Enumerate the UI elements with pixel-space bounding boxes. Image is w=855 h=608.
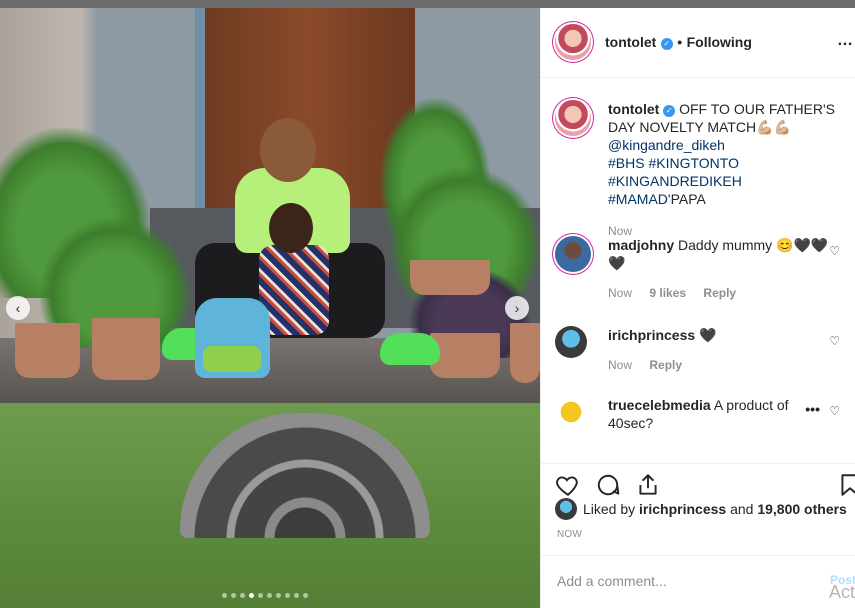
comment-username[interactable]: irichprincess: [608, 327, 695, 343]
comment-text-block: madjohny Daddy mummy 😊🖤🖤 🖤: [608, 236, 840, 272]
likes-middle: and: [730, 501, 754, 517]
comment-text-block: irichprincess 🖤: [608, 326, 840, 344]
photo-pot: [410, 260, 490, 295]
comment-item: truecelebmedia A product of 40sec? ••• ♡: [555, 396, 840, 432]
comment-likes[interactable]: 9 likes: [649, 286, 686, 300]
comment-avatar[interactable]: [555, 326, 587, 358]
add-comment-bar: Post: [541, 555, 855, 608]
author-avatar[interactable]: [555, 24, 591, 60]
comment-text-block: truecelebmedia A product of 40sec?: [608, 396, 803, 432]
following-button[interactable]: Following: [687, 34, 752, 50]
reply-button[interactable]: Reply: [649, 358, 682, 372]
comment-icon[interactable]: [595, 472, 621, 498]
photo-shoe: [380, 333, 440, 365]
carousel-dot: [294, 593, 299, 598]
photo-pot: [15, 323, 80, 378]
carousel-next-button[interactable]: ›: [505, 296, 529, 320]
comments-list: tontolet ✓ OFF TO OUR FATHER'S DAY NOVEL…: [541, 78, 855, 463]
carousel-dot: [249, 593, 254, 598]
liker-avatar[interactable]: [555, 498, 577, 520]
share-icon[interactable]: [635, 472, 661, 498]
comment-more-icon[interactable]: •••: [805, 400, 820, 418]
comment-username[interactable]: truecelebmedia: [608, 397, 711, 413]
carousel-dot: [303, 593, 308, 598]
comment-meta: Now 9 likes Reply: [608, 284, 840, 302]
carousel-dot: [231, 593, 236, 598]
verified-badge-icon: ✓: [660, 38, 673, 50]
carousel-dot: [276, 593, 281, 598]
comment-meta: Now Reply: [608, 356, 840, 374]
add-comment-input[interactable]: [557, 570, 817, 592]
carousel-dots: [222, 593, 308, 598]
heart-icon[interactable]: [555, 472, 581, 498]
comment-time[interactable]: Now: [608, 286, 632, 300]
comment-username[interactable]: madjohny: [608, 237, 674, 253]
post-timestamp[interactable]: NOW: [557, 529, 582, 540]
more-options-icon[interactable]: …: [837, 32, 854, 50]
post-photo[interactable]: ‹ ›: [0, 8, 540, 608]
comment-item: irichprincess 🖤 Now Reply ♡: [555, 326, 840, 374]
reply-button[interactable]: Reply: [703, 286, 736, 300]
carousel-dot: [240, 593, 245, 598]
liker-username[interactable]: irichprincess: [639, 501, 726, 517]
activation-watermark: Act: [828, 582, 855, 602]
photo-pot: [510, 323, 540, 383]
caption-hashtags[interactable]: #BHS #KINGTONTO: [608, 155, 739, 171]
author-username[interactable]: tontolet: [605, 34, 656, 50]
photo-pot: [430, 333, 500, 378]
photo-backpack: [195, 298, 270, 378]
caption-mention[interactable]: @kingandre_dikeh: [608, 137, 725, 153]
likes-count[interactable]: 19,800 others: [757, 501, 847, 517]
post-panel: tontolet ✓ • Following … tontolet ✓ OFF …: [540, 8, 855, 608]
caption-text-block: tontolet ✓ OFF TO OUR FATHER'S DAY NOVEL…: [608, 100, 840, 208]
comment-text: 🖤: [699, 327, 717, 343]
caption-suffix: 'PAPA: [667, 191, 706, 207]
comment-item: madjohny Daddy mummy 😊🖤🖤 🖤 Now 9 likes R…: [555, 236, 840, 302]
bookmark-icon[interactable]: [837, 472, 855, 498]
carousel-dot: [267, 593, 272, 598]
comment-avatar[interactable]: [555, 236, 591, 272]
header-meta: tontolet ✓ • Following: [605, 34, 752, 52]
comment-like-heart-icon[interactable]: ♡: [829, 402, 840, 420]
post-header: tontolet ✓ • Following …: [541, 8, 855, 78]
likes-summary: Liked by irichprincess and 19,800 others: [555, 498, 847, 520]
comment-text-line2: 🖤: [608, 255, 626, 271]
top-bar: [0, 0, 855, 8]
carousel-prev-button[interactable]: ‹: [6, 296, 30, 320]
likes-prefix: Liked by: [583, 501, 636, 517]
comment-like-heart-icon[interactable]: ♡: [829, 332, 840, 350]
caption-avatar[interactable]: [555, 100, 591, 136]
carousel-dot: [258, 593, 263, 598]
comment-text: Daddy mummy 😊🖤🖤: [678, 237, 829, 253]
carousel-dot: [285, 593, 290, 598]
caption-hashtag[interactable]: #KINGANDREDIKEH: [608, 173, 742, 189]
comment-like-heart-icon[interactable]: ♡: [829, 242, 840, 260]
caption-username[interactable]: tontolet: [608, 101, 659, 117]
photo-pot: [92, 318, 160, 380]
caption: tontolet ✓ OFF TO OUR FATHER'S DAY NOVEL…: [555, 100, 840, 240]
verified-badge-icon: ✓: [663, 105, 676, 117]
follow-separator: •: [677, 34, 683, 50]
comment-time[interactable]: Now: [608, 358, 632, 372]
comment-avatar[interactable]: [555, 396, 587, 428]
caption-hashtag[interactable]: #MAMAD: [608, 191, 668, 207]
carousel-dot: [222, 593, 227, 598]
